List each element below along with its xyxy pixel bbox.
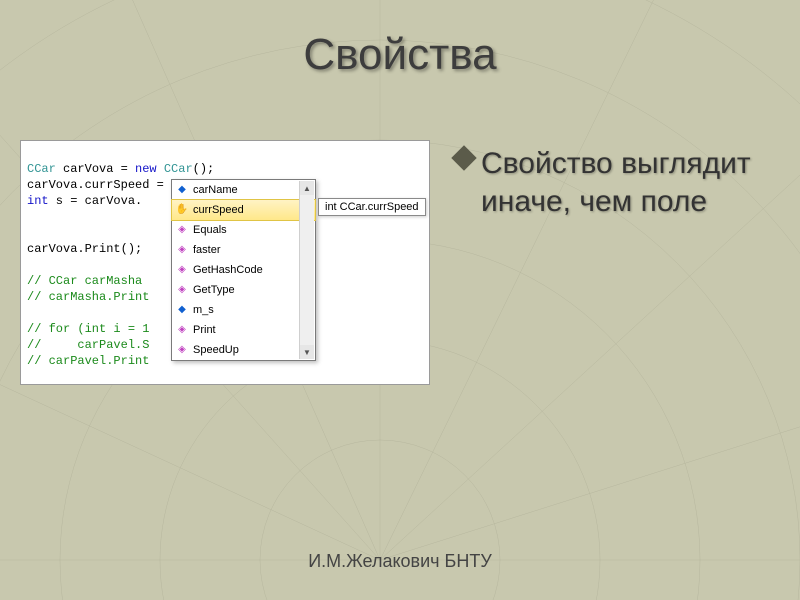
code-token: carVova = xyxy=(56,162,135,176)
intellisense-item-label: carName xyxy=(193,184,238,196)
intellisense-item[interactable]: ◈ GetType xyxy=(172,280,315,300)
body-text: Свойство выглядит иначе, чем поле xyxy=(455,145,765,220)
intellisense-item[interactable]: ◈ GetHashCode xyxy=(172,260,315,280)
code-comment: // carPavel.S xyxy=(27,338,149,352)
code-comment: // carMasha.Print xyxy=(27,290,149,304)
intellisense-item-label: Print xyxy=(193,324,216,336)
field-icon: ◆ xyxy=(175,183,189,197)
slide-title: Свойства xyxy=(0,30,800,80)
method-icon: ◈ xyxy=(175,223,189,237)
method-icon: ◈ xyxy=(175,323,189,337)
intellisense-item-label: currSpeed xyxy=(193,204,244,216)
code-comment: // carPavel.Print xyxy=(27,354,149,368)
method-icon: ◈ xyxy=(175,263,189,277)
bullet-label: Свойство выглядит иначе, чем поле xyxy=(481,145,765,220)
intellisense-item-label: faster xyxy=(193,244,221,256)
intellisense-item-label: m_s xyxy=(193,304,214,316)
method-icon: ◈ xyxy=(175,283,189,297)
intellisense-item-label: GetHashCode xyxy=(193,264,263,276)
bullet-diamond-icon xyxy=(451,145,476,170)
scroll-up-icon[interactable]: ▲ xyxy=(300,181,314,195)
intellisense-scrollbar[interactable]: ▲ ▼ xyxy=(299,181,314,359)
code-token: (); xyxy=(193,162,215,176)
code-token: CCar xyxy=(27,162,56,176)
method-icon: ◈ xyxy=(175,343,189,357)
scroll-down-icon[interactable]: ▼ xyxy=(300,345,314,359)
intellisense-item-selected[interactable]: ✋ currSpeed xyxy=(171,199,316,221)
method-icon: ◈ xyxy=(175,243,189,257)
intellisense-item[interactable]: ◆ m_s xyxy=(172,300,315,320)
intellisense-item[interactable]: ◈ SpeedUp xyxy=(172,340,315,360)
code-comment: // CCar carMasha xyxy=(27,274,142,288)
intellisense-item[interactable]: ◈ Print xyxy=(172,320,315,340)
intellisense-tooltip: int CCar.currSpeed xyxy=(318,198,426,216)
code-token: int xyxy=(27,194,49,208)
slide-root: Свойства Свойство выглядит иначе, чем по… xyxy=(0,0,800,600)
intellisense-item-label: Equals xyxy=(193,224,227,236)
slide-footer: И.М.Желакович БНТУ xyxy=(0,551,800,572)
field-icon: ◆ xyxy=(175,303,189,317)
code-token: s = carVova. xyxy=(49,194,143,208)
code-token: new xyxy=(135,162,157,176)
intellisense-item[interactable]: ◈ Equals xyxy=(172,220,315,240)
intellisense-item[interactable]: ◈ faster xyxy=(172,240,315,260)
code-editor[interactable]: CCar carVova = new CCar(); carVova.currS… xyxy=(20,140,430,385)
intellisense-item-label: SpeedUp xyxy=(193,344,239,356)
intellisense-item[interactable]: ◆ carName xyxy=(172,180,315,200)
intellisense-popup[interactable]: ◆ carName ✋ currSpeed ◈ Equals ◈ faster … xyxy=(171,179,316,361)
intellisense-item-label: GetType xyxy=(193,284,235,296)
code-line: carVova.Print(); xyxy=(27,242,142,256)
property-icon: ✋ xyxy=(175,203,189,217)
bullet-item: Свойство выглядит иначе, чем поле xyxy=(455,145,765,220)
code-token: CCar xyxy=(157,162,193,176)
code-comment: // for (int i = 1 xyxy=(27,322,149,336)
